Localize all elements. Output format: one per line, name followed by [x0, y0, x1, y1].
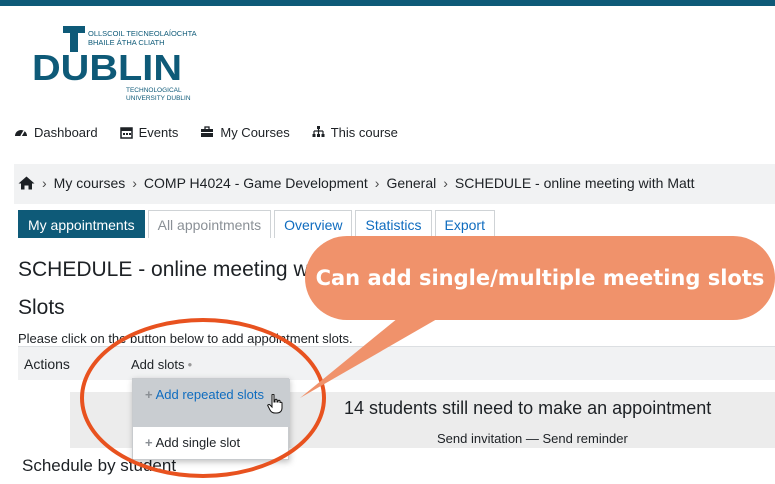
tab-overview[interactable]: Overview	[274, 210, 353, 238]
breadcrumb-separator: ›	[374, 175, 380, 191]
logo-line3: TECHNOLOGICAL	[126, 87, 182, 94]
breadcrumb-course[interactable]: COMP H4024 - Game Development	[144, 175, 368, 191]
home-icon[interactable]	[18, 176, 35, 190]
tu-dublin-logo[interactable]: OLLSCOIL TEICNEOLAÍOCHTA BHAILE ÁTHA CLI…	[30, 24, 200, 108]
tab-export[interactable]: Export	[434, 210, 495, 238]
main-nav: Dashboard Events My Courses This course	[14, 123, 398, 141]
logo-line1: OLLSCOIL TEICNEOLAÍOCHTA	[88, 29, 197, 38]
breadcrumb-separator: ›	[132, 175, 137, 191]
breadcrumb-separator: ›	[42, 175, 47, 191]
sitemap-icon	[312, 126, 325, 137]
tab-statistics[interactable]: Statistics	[355, 210, 432, 238]
breadcrumb-my-courses[interactable]: My courses	[54, 175, 126, 191]
nav-this-course-label: This course	[330, 124, 398, 140]
nav-my-courses-label: My Courses	[220, 124, 290, 140]
tab-my-appointments[interactable]: My appointments	[18, 210, 145, 238]
nav-dashboard-label: Dashboard	[34, 124, 98, 140]
nav-events[interactable]: Events	[119, 124, 179, 140]
nav-my-courses[interactable]: My Courses	[200, 124, 290, 140]
highlight-ellipse	[80, 318, 326, 478]
tab-bar: My appointments All appointments Overvie…	[18, 210, 495, 238]
breadcrumb-section[interactable]: General	[386, 175, 436, 191]
dashboard-icon	[15, 130, 27, 137]
nav-events-label: Events	[138, 124, 179, 140]
slots-heading: Slots	[18, 296, 65, 319]
tab-all-appointments[interactable]: All appointments	[147, 210, 272, 238]
actions-label: Actions	[24, 356, 70, 372]
logo-wordmark: DUBLIN	[32, 47, 182, 88]
annotation-callout: Can add single/multiple meeting slots	[305, 236, 775, 320]
logo-line4: UNIVERSITY DUBLIN	[126, 95, 191, 102]
briefcase-icon	[201, 126, 214, 137]
send-links[interactable]: Send invitation — Send reminder	[437, 431, 628, 446]
breadcrumb-separator: ›	[443, 175, 448, 191]
breadcrumb-activity[interactable]: SCHEDULE - online meeting with Matt	[455, 175, 695, 191]
callout-text: Can add single/multiple meeting slots	[315, 266, 765, 290]
page-title: SCHEDULE - online meeting w	[18, 258, 309, 281]
calendar-icon	[119, 126, 133, 139]
breadcrumb: › My courses › COMP H4024 - Game Develop…	[18, 175, 695, 191]
nav-this-course[interactable]: This course	[312, 125, 398, 140]
nav-dashboard[interactable]: Dashboard	[14, 125, 98, 140]
top-accent-bar	[0, 0, 775, 6]
logo-line2: BHAILE ÁTHA CLIATH	[88, 38, 165, 47]
students-remaining-text: 14 students still need to make an appoin…	[344, 398, 712, 418]
